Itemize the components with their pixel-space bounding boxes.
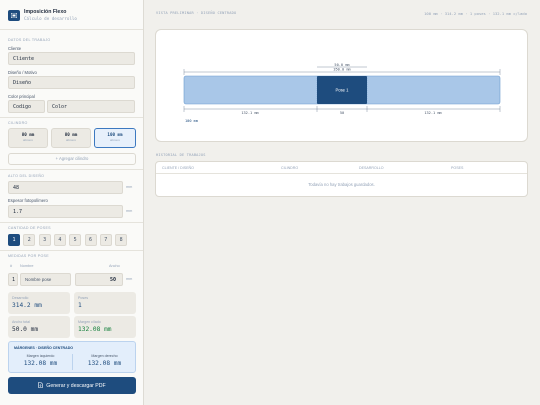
- used-width-stat: Ancho total 50.0 mm: [8, 316, 70, 338]
- margin-stat: Margen c/lado 132.08 mm: [74, 316, 136, 338]
- pose-width-input[interactable]: 50: [75, 273, 123, 286]
- pose-count-button[interactable]: 3: [38, 234, 51, 246]
- add-cylinder-button[interactable]: + Agregar cilindro: [8, 153, 136, 165]
- dimension-left: 132.1 mm: [241, 111, 258, 115]
- main-panel: VISTA PRELIMINAR · DISEÑO CENTRADO 100 m…: [145, 0, 540, 405]
- client-label: Cliente: [8, 46, 22, 51]
- pose-count-button[interactable]: 8: [115, 234, 128, 246]
- pose-count-button[interactable]: 6: [84, 234, 97, 246]
- measures-col-width: Ancho: [109, 264, 120, 268]
- file-download-icon: [38, 381, 44, 390]
- dimension-right: 132.1 mm: [424, 111, 441, 115]
- design-input[interactable]: Diseño: [8, 76, 135, 89]
- pose-row-number: 1: [8, 273, 18, 286]
- color-label: Color principal: [8, 94, 35, 99]
- margin-left-value: 132.08 mm: [23, 360, 58, 367]
- client-input[interactable]: Cliente: [8, 52, 135, 65]
- color-input[interactable]: Color: [47, 100, 135, 113]
- pose-count-button[interactable]: 2: [23, 234, 36, 246]
- history-table-header: CLIENTE / DISEÑO CILINDRO DESARROLLO POS…: [156, 162, 527, 174]
- thickness-label: Espesor fotopolímero: [8, 198, 48, 203]
- generate-pdf-button[interactable]: Generar y descargar PDF: [8, 377, 136, 394]
- divider: [0, 250, 143, 251]
- cylinder-option[interactable]: 80 mm ab/vero: [8, 128, 48, 148]
- generate-pdf-label: Generar y descargar PDF: [46, 382, 106, 389]
- cylinder-section-title: CILINDRO: [8, 121, 28, 125]
- stat-label: Margen c/lado: [78, 320, 101, 324]
- margin-right-label: Margen derecho: [91, 354, 118, 358]
- divider: [0, 29, 143, 30]
- history-col-client: CLIENTE / DISEÑO: [162, 166, 194, 170]
- cylinder-option[interactable]: 80 mm ab/vero: [51, 128, 91, 148]
- cylinder-option-value: 80 mm: [64, 132, 78, 137]
- history-empty-message: Todavía no hay trabajos guardados.: [308, 182, 375, 187]
- pose-name-input[interactable]: Nombre pose: [20, 273, 71, 286]
- history-table: CLIENTE / DISEÑO CILINDRO DESARROLLO POS…: [155, 161, 528, 197]
- margins-title: MÁRGENES · DISEÑO CENTRADO: [14, 346, 74, 350]
- app-title: Imposición Flexo: [24, 9, 67, 15]
- app-logo-icon: [8, 10, 20, 21]
- color-code-input[interactable]: Codigo: [8, 100, 45, 113]
- cylinder-option-sub: ab/vero: [22, 138, 33, 142]
- cylinder-option-sub: ab/vero: [109, 138, 120, 142]
- pose-count-button[interactable]: 7: [99, 234, 112, 246]
- cylinder-option-sub: ab/vero: [65, 138, 76, 142]
- history-col-development: DESARROLLO: [359, 166, 384, 170]
- dimension-top-b: 350.0 mm: [333, 68, 350, 72]
- cylinder-option-selected[interactable]: 100 mm ab/vero: [94, 128, 136, 148]
- margin-left-label: Margen izquierdo: [26, 354, 55, 358]
- preview-summary: 100 mm · 314.2 mm · 1 poses · 132.1 mm c…: [424, 11, 527, 16]
- measures-col-name: Nombre: [20, 264, 34, 268]
- cylinder-height-label: 100 mm: [185, 119, 198, 123]
- height-unit: mm: [126, 185, 133, 189]
- pose-block-label: Pose 1: [335, 88, 349, 93]
- dimension-top-a: 50.0 mm: [334, 63, 349, 67]
- pose-width-unit: mm: [126, 277, 133, 281]
- layout-preview: 50.0 mm 350.0 mm Pose 1 132.1 mm 50 132.…: [183, 63, 501, 123]
- pose-count-button[interactable]: 4: [53, 234, 66, 246]
- history-title: HISTORIAL DE TRABAJOS: [156, 153, 206, 157]
- stat-label: Poses: [78, 296, 88, 300]
- cylinder-option-value: 80 mm: [21, 132, 35, 137]
- height-input[interactable]: 48: [8, 181, 123, 194]
- dimension-middle: 50: [340, 111, 344, 115]
- pose-count-button[interactable]: 1: [8, 234, 20, 246]
- preview-card: 50.0 mm 350.0 mm Pose 1 132.1 mm 50 132.…: [155, 29, 528, 142]
- history-col-poses: POSES: [451, 166, 464, 170]
- margins-summary: MÁRGENES · DISEÑO CENTRADO Margen izquie…: [8, 341, 136, 373]
- sidebar: Imposición Flexo Cálculo de desarrollo D…: [0, 0, 144, 405]
- preview-title: VISTA PRELIMINAR · DISEÑO CENTRADO: [156, 11, 237, 15]
- stat-value: 50.0 mm: [12, 326, 39, 333]
- divider: [0, 117, 143, 118]
- stat-value: 132.08 mm: [78, 326, 112, 333]
- stat-value: 314.2 mm: [12, 302, 42, 309]
- measures-section-title: MEDIDAS POR POSE: [8, 254, 49, 258]
- margin-right-value: 132.08 mm: [87, 360, 122, 367]
- poses-section-title: CANTIDAD DE POSES: [8, 226, 51, 230]
- measures-col-num: #: [10, 264, 13, 268]
- stat-label: Ancho total: [12, 320, 30, 324]
- development-stat: Desarrollo 314.2 mm: [8, 292, 70, 314]
- design-label: Diseño / Motivo: [8, 70, 37, 75]
- work-section-title: DATOS DEL TRABAJO: [8, 38, 51, 42]
- app-subtitle: Cálculo de desarrollo: [24, 16, 77, 21]
- thickness-input[interactable]: 1.7: [8, 205, 123, 218]
- thickness-unit: mm: [126, 209, 133, 213]
- divider: [0, 222, 143, 223]
- divider: [0, 169, 143, 170]
- cylinder-option-value: 100 mm: [107, 132, 123, 137]
- height-section-title: ALTO DEL DISEÑO: [8, 174, 45, 178]
- stat-value: 1: [78, 302, 82, 309]
- pose-count-button[interactable]: 5: [69, 234, 82, 246]
- history-col-cylinder: CILINDRO: [281, 166, 299, 170]
- poses-stat: Poses 1: [74, 292, 136, 314]
- stat-label: Desarrollo: [12, 296, 29, 300]
